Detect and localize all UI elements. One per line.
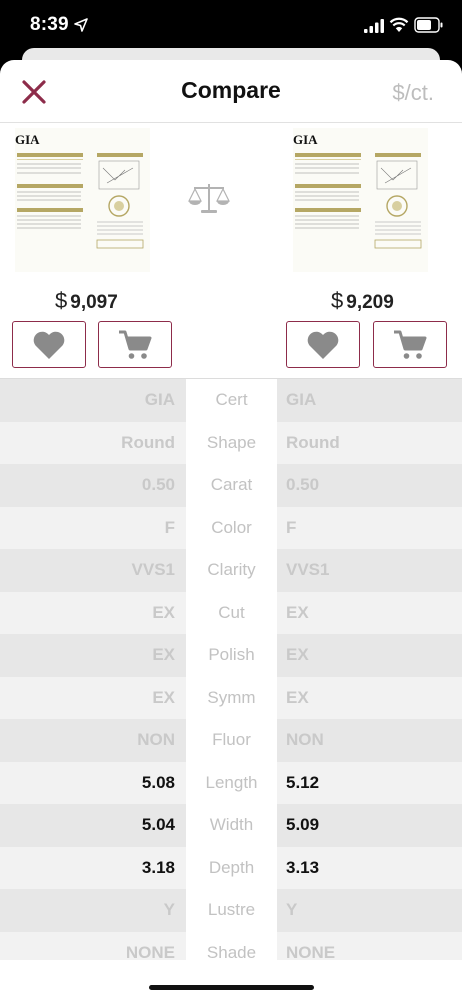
battery-icon: [414, 17, 443, 33]
attribute-label: Cert: [215, 390, 248, 409]
status-time: 8:39: [30, 14, 69, 35]
attribute-label: Depth: [208, 857, 255, 877]
table-row: VVS1 Clarity VVS1: [0, 549, 462, 592]
attribute-label: Carat: [210, 475, 253, 494]
cart-icon: [394, 330, 427, 359]
table-row: 5.08 Length 5.12: [0, 761, 462, 804]
favorite-button-right[interactable]: [286, 321, 360, 368]
right-value: Round: [286, 432, 340, 452]
currency-symbol: $: [331, 288, 344, 313]
left-value: Y: [163, 900, 175, 919]
left-value: GIA: [144, 390, 175, 409]
left-value: EX: [152, 602, 175, 622]
price-per-carat-toggle[interactable]: $/ct.: [392, 80, 434, 106]
right-value: NONE: [286, 942, 336, 961]
right-value: GIA: [286, 390, 317, 409]
table-row: GIA Cert GIA: [0, 379, 462, 422]
comparison-table: GIA Cert GIA Round Shape Round 0.50 Carat 0.50…: [0, 378, 462, 960]
cert-logo-text: GIA: [293, 132, 318, 147]
attribute-label: Polish: [208, 645, 255, 664]
attribute-label: Clarity: [207, 560, 256, 579]
wifi-icon: [389, 17, 409, 32]
scale-icon: [188, 184, 230, 213]
compare-header: Compare $/ct.: [0, 60, 462, 123]
right-value: 5.09: [286, 815, 320, 834]
table-row: EX Symm EX: [0, 676, 462, 719]
attribute-label: Fluor: [212, 730, 251, 749]
add-to-cart-button-left[interactable]: [98, 321, 172, 368]
heart-icon: [33, 331, 65, 359]
price-value: 9,209: [346, 292, 394, 313]
left-value: 5.04: [141, 815, 175, 834]
attribute-label: Shape: [206, 432, 257, 452]
table-row: 0.50 Carat 0.50: [0, 464, 462, 507]
cellular-signal-icon: [364, 19, 384, 33]
attribute-label: Length: [205, 772, 258, 792]
table-row: 3.18 Depth 3.13: [0, 846, 462, 889]
table-row: Round Shape Round: [0, 421, 462, 464]
favorite-button-left[interactable]: [12, 321, 86, 368]
table-row: EX Cut EX: [0, 591, 462, 634]
right-value: EX: [286, 602, 309, 622]
table-row: F Color F: [0, 506, 462, 549]
cart-icon: [119, 330, 152, 359]
bottom-safe-area: [0, 960, 462, 1000]
attribute-label: Cut: [218, 602, 245, 622]
heart-icon: [307, 331, 339, 359]
certificate-thumbnail-right[interactable]: GIA: [293, 128, 428, 272]
attribute-label: Shade: [206, 942, 257, 961]
table-row: NON Fluor NON: [0, 719, 462, 762]
right-value: 5.12: [286, 772, 320, 792]
right-value: F: [286, 517, 297, 537]
attribute-label: Lustre: [207, 900, 256, 919]
attribute-label: Color: [211, 517, 252, 537]
left-value: F: [164, 517, 175, 537]
price-value: 9,097: [70, 292, 118, 313]
table-row: 5.04 Width 5.09: [0, 804, 462, 847]
attribute-label: Width: [209, 815, 254, 834]
left-value: Round: [121, 432, 175, 452]
table-row: Y Lustre Y: [0, 889, 462, 932]
price-left: $9,097: [55, 288, 118, 314]
left-value: VVS1: [131, 560, 175, 579]
right-value: EX: [286, 687, 309, 707]
cert-logo-text: GIA: [15, 132, 40, 147]
table-row: EX Polish EX: [0, 634, 462, 677]
left-value: EX: [152, 645, 175, 664]
currency-symbol: $: [55, 288, 68, 313]
home-indicator[interactable]: [149, 985, 314, 990]
right-value: EX: [286, 645, 309, 664]
right-value: 0.50: [286, 475, 320, 494]
compare-sheet: Compare $/ct. GIA GIA $ 9,097 $ 9,209 GI…: [0, 60, 462, 960]
table-row: NONE Shade NONE: [0, 931, 462, 961]
right-value: 3.13: [286, 857, 320, 877]
left-value: 5.08: [141, 772, 175, 792]
left-value: NON: [137, 730, 175, 749]
right-value: NON: [286, 730, 324, 749]
price-right: $9,209: [331, 288, 394, 314]
left-value: NONE: [125, 942, 175, 961]
left-value: EX: [152, 687, 175, 707]
right-value: Y: [286, 900, 298, 919]
left-value: 3.18: [141, 857, 175, 877]
right-value: VVS1: [286, 560, 330, 579]
status-bar: 8:39: [0, 0, 462, 50]
certificate-thumbnail-left[interactable]: GIA: [15, 128, 150, 272]
location-arrow-icon: [74, 18, 88, 32]
left-value: 0.50: [141, 475, 175, 494]
add-to-cart-button-right[interactable]: [373, 321, 447, 368]
attribute-label: Symm: [207, 687, 256, 707]
